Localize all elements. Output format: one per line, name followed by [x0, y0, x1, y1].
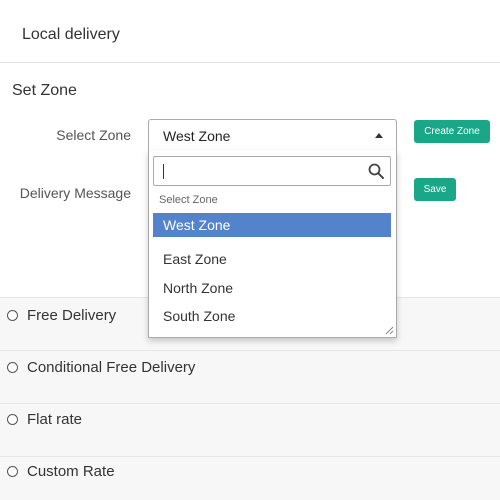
page-title: Local delivery [22, 26, 120, 43]
save-button[interactable]: Save [414, 178, 456, 201]
delivery-option-conditional[interactable]: Conditional Free Delivery [0, 350, 500, 403]
select-zone-label: Select Zone [56, 127, 131, 143]
page-header: Local delivery [0, 0, 500, 63]
dropdown-option-south-zone[interactable]: South Zone [153, 304, 391, 328]
zone-dropdown: Select Zone West Zone East Zone North Zo… [148, 150, 397, 338]
delivery-option-custom[interactable]: Custom Rate [0, 456, 500, 500]
create-zone-button[interactable]: Create Zone [414, 120, 490, 143]
option-label: Free Delivery [27, 307, 117, 324]
radio-flat-rate[interactable] [7, 414, 18, 425]
delivery-option-flat[interactable]: Flat rate [0, 403, 500, 456]
dropdown-group-label: Select Zone [159, 194, 218, 206]
option-label: Custom Rate [27, 463, 115, 480]
dropdown-option-west-zone[interactable]: West Zone [153, 213, 391, 237]
option-label: Flat rate [27, 411, 83, 428]
radio-conditional-free-delivery[interactable] [7, 362, 18, 373]
zone-select-value: West Zone [163, 128, 231, 144]
caret-up-icon [375, 133, 383, 138]
radio-custom-rate[interactable] [7, 466, 18, 477]
resize-grip-icon[interactable] [384, 325, 394, 335]
dropdown-option-north-zone[interactable]: North Zone [153, 276, 391, 300]
text-cursor [163, 164, 164, 179]
radio-free-delivery[interactable] [7, 310, 18, 321]
zone-select[interactable]: West Zone [148, 119, 397, 151]
delivery-message-label: Delivery Message [19, 185, 131, 201]
search-icon [368, 163, 384, 179]
dropdown-option-east-zone[interactable]: East Zone [153, 247, 391, 271]
option-label: Conditional Free Delivery [27, 359, 196, 376]
dropdown-search-input[interactable] [153, 156, 391, 186]
section-title: Set Zone [12, 82, 77, 99]
